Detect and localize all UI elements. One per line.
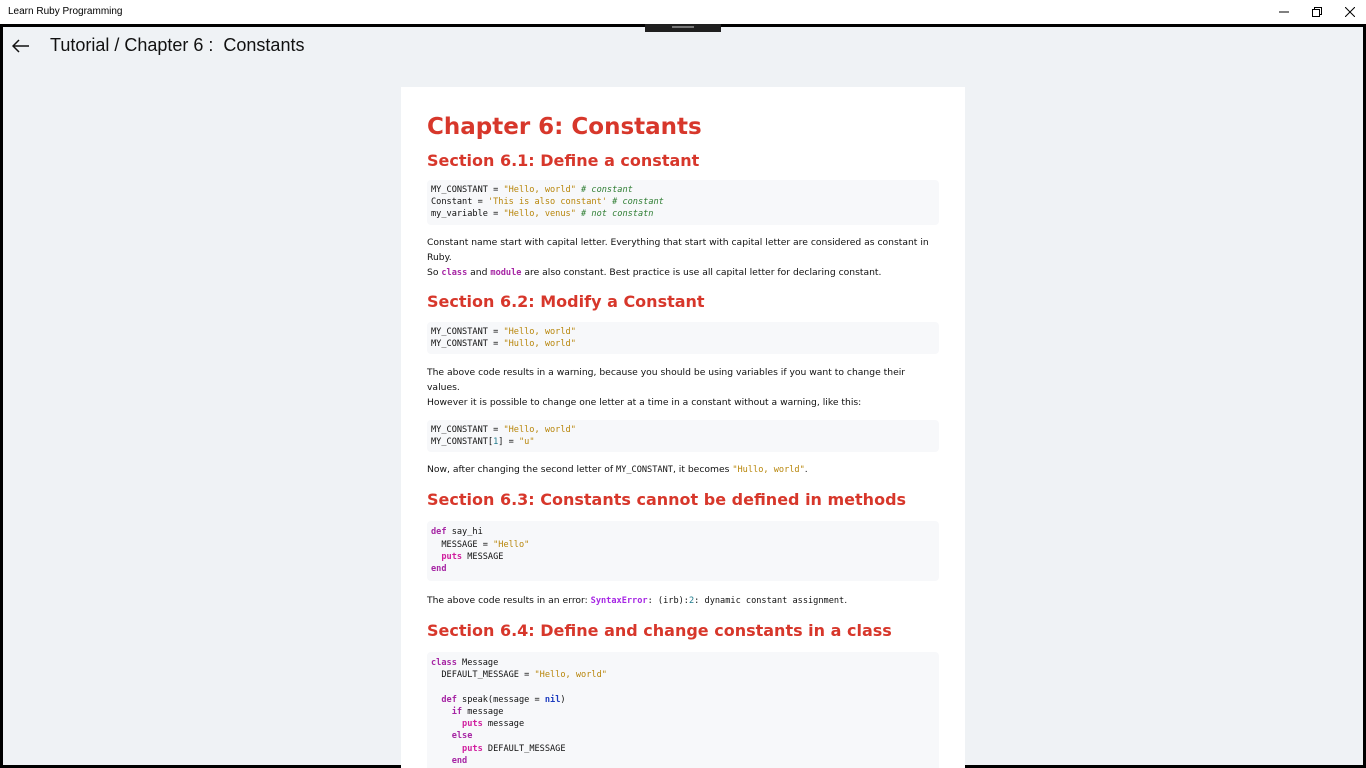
restore-button[interactable] xyxy=(1301,0,1333,24)
close-icon xyxy=(1345,7,1355,17)
code-block-modify-constant: MY_CONSTANT = "Hello, world" MY_CONSTANT… xyxy=(427,321,939,355)
section-title-6-1: Section 6.1: Define a constant xyxy=(427,151,700,170)
title-bar: Learn Ruby Programming xyxy=(0,0,1366,24)
close-button[interactable] xyxy=(1334,0,1366,24)
code-block-change-letter: MY_CONSTANT = "Hello, world" MY_CONSTANT… xyxy=(427,420,939,453)
section-title-6-3: Section 6.3: Constants cannot be defined… xyxy=(427,490,907,510)
paragraph: Constant name start with capital letter.… xyxy=(427,236,929,278)
minimize-icon xyxy=(1279,11,1289,13)
section-title-6-2: Section 6.2: Modify a Constant xyxy=(427,291,705,311)
back-button[interactable] xyxy=(10,35,32,57)
paragraph: Now, after changing the second letter of… xyxy=(427,464,808,476)
code-block-define-constant: MY_CONSTANT = "Hello, world" # constant … xyxy=(427,180,939,225)
code-block-class-constant: class Message DEFAULT_MESSAGE = "Hello, … xyxy=(427,652,939,768)
restore-icon xyxy=(1312,7,1322,17)
article-content[interactable]: Chapter 6: Constants Section 6.1: Define… xyxy=(401,87,965,768)
paragraph: The above code results in a warning, bec… xyxy=(427,367,906,409)
code-block-method-constant: def say_hi MESSAGE = "Hello" puts MESSAG… xyxy=(427,521,939,582)
app-title: Learn Ruby Programming xyxy=(8,6,123,17)
paragraph: The above code results in an error: Synt… xyxy=(427,595,848,607)
page-title: Tutorial / Chapter 6 : Constants xyxy=(50,35,305,55)
page-header: Tutorial / Chapter 6 : Constants xyxy=(3,27,1363,67)
minimize-button[interactable] xyxy=(1268,0,1300,24)
section-title-6-4: Section 6.4: Define and change constants… xyxy=(427,621,892,641)
back-arrow-icon xyxy=(12,39,29,53)
chapter-title: Chapter 6: Constants xyxy=(427,114,702,140)
